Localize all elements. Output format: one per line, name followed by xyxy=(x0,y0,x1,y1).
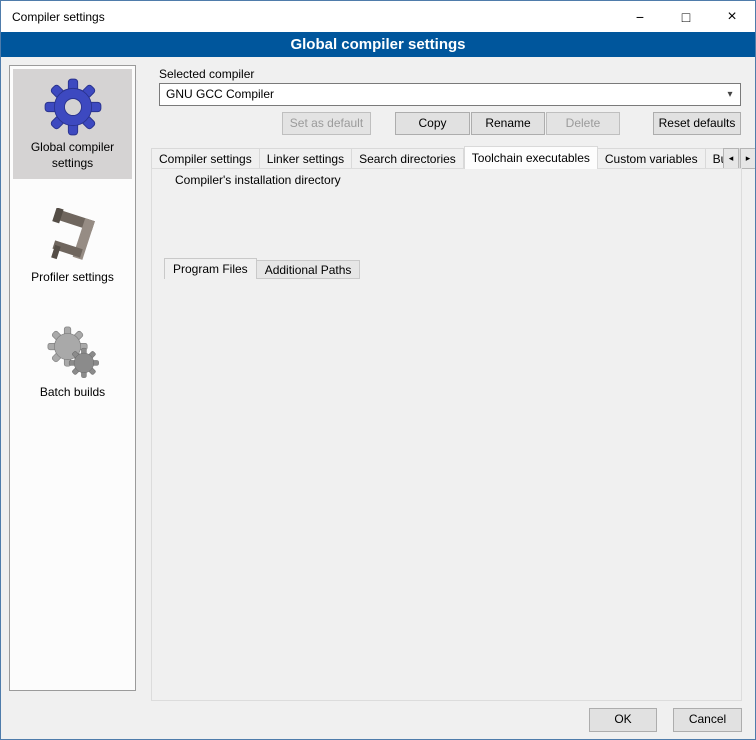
close-button[interactable]: × xyxy=(709,1,755,32)
copy-button[interactable]: Copy xyxy=(395,112,470,135)
ok-button[interactable]: OK xyxy=(589,708,657,732)
tab-toolchain-executables[interactable]: Toolchain executables xyxy=(464,146,598,169)
program-files-subtabs: Program Files Additional Paths xyxy=(164,258,360,279)
tab-linker-settings[interactable]: Linker settings xyxy=(260,148,352,169)
toolchain-executables-panel xyxy=(151,168,742,701)
settings-tabs: Compiler settings Linker settings Search… xyxy=(151,146,740,169)
window-controls: − □ × xyxy=(617,1,755,32)
tab-search-directories[interactable]: Search directories xyxy=(352,148,464,169)
set-as-default-button[interactable]: Set as default xyxy=(282,112,371,135)
selected-compiler-dropdown[interactable]: GNU GCC Compiler ▾ xyxy=(159,83,741,106)
tab-scroll-left-button[interactable]: ◂ xyxy=(723,148,739,169)
gray-gears-icon xyxy=(15,319,130,385)
installation-directory-group-title: Compiler's installation directory xyxy=(171,173,345,187)
clamp-tool-icon xyxy=(15,204,130,270)
sidebar-item-global-compiler-settings[interactable]: Global compiler settings xyxy=(13,69,132,179)
subtab-program-files[interactable]: Program Files xyxy=(164,258,257,279)
compiler-settings-dialog: Compiler settings − □ × Global compiler … xyxy=(0,0,756,740)
cancel-button[interactable]: Cancel xyxy=(673,708,742,732)
gear-blue-icon xyxy=(15,74,130,140)
rename-button[interactable]: Rename xyxy=(471,112,545,135)
page-title: Global compiler settings xyxy=(1,32,755,57)
selected-compiler-value: GNU GCC Compiler xyxy=(166,87,274,101)
selected-compiler-label: Selected compiler xyxy=(159,67,254,81)
maximize-button[interactable]: □ xyxy=(663,1,709,32)
settings-category-list: Global compiler settings Profiler settin… xyxy=(9,65,136,691)
sidebar-item-label: Batch builds xyxy=(15,385,130,401)
reset-defaults-button[interactable]: Reset defaults xyxy=(653,112,741,135)
delete-button[interactable]: Delete xyxy=(546,112,620,135)
sidebar-item-label: Profiler settings xyxy=(15,270,130,286)
minimize-button[interactable]: − xyxy=(617,1,663,32)
sidebar-item-batch-builds[interactable]: Batch builds xyxy=(13,314,132,409)
sidebar-item-label: Global compiler settings xyxy=(15,140,130,171)
sidebar-item-profiler-settings[interactable]: Profiler settings xyxy=(13,199,132,294)
window-title: Compiler settings xyxy=(1,10,105,24)
tab-scroll-right-button[interactable]: ▸ xyxy=(740,148,756,169)
chevron-down-icon: ▾ xyxy=(721,85,739,104)
tab-custom-variables[interactable]: Custom variables xyxy=(598,148,706,169)
subtab-additional-paths[interactable]: Additional Paths xyxy=(257,260,361,279)
tab-compiler-settings[interactable]: Compiler settings xyxy=(151,148,260,169)
